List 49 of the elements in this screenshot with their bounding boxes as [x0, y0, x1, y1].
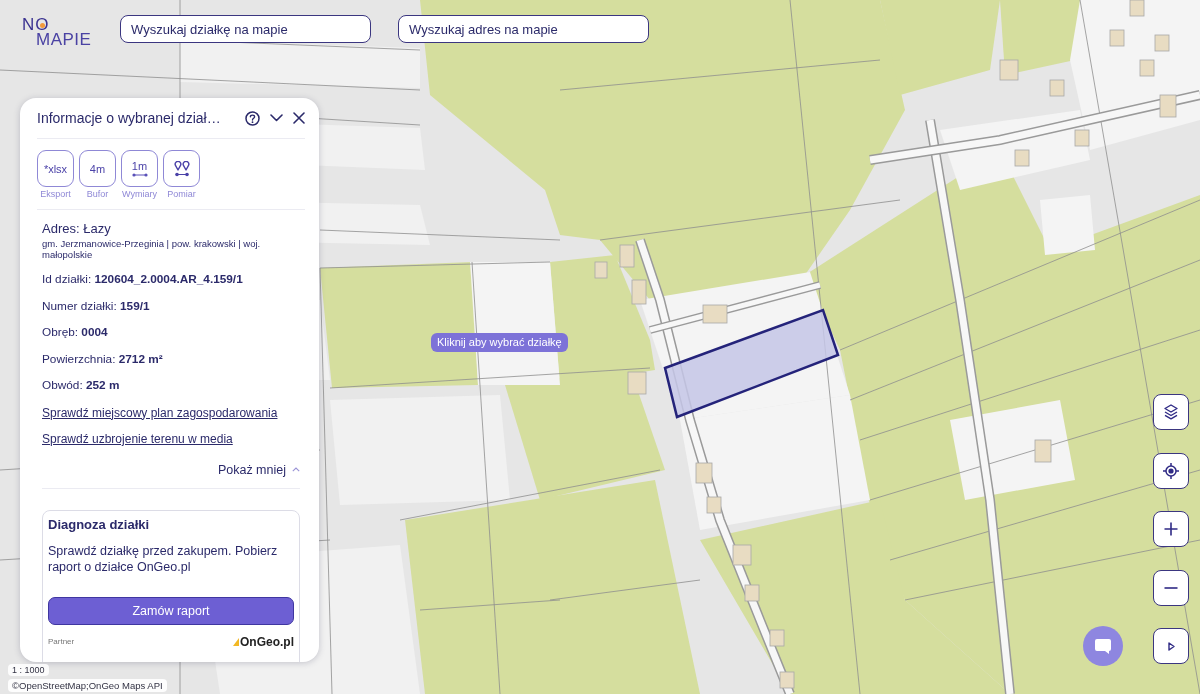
text-link[interactable]: Sprawdź uzbrojenie terenu w media [42, 432, 233, 446]
tool-caption: Bufor [86, 189, 109, 199]
panel-title: Informacje o wybranej dział… [37, 110, 222, 126]
parcel-detail: Obwód: 252 m [42, 377, 121, 394]
zoom-out-button[interactable] [1153, 569, 1189, 606]
scale-label: 1 : 1000 [8, 664, 49, 676]
tool-button[interactable]: 1m [121, 150, 158, 187]
tool-button[interactable]: 4m [79, 150, 116, 187]
help-icon[interactable] [245, 110, 260, 126]
toggle-button[interactable]: Pokaż mniej [217, 462, 300, 477]
order-report-button[interactable]: Zamów raport [48, 596, 294, 625]
chat-icon [1094, 637, 1112, 655]
logo-text: NO [22, 17, 50, 33]
layers-icon [1164, 404, 1178, 420]
search-field[interactable]: Wyszukaj działkę na mapie [120, 15, 371, 43]
chevron-up-icon [292, 467, 300, 472]
close-icon[interactable] [293, 112, 305, 124]
zoom-in-button[interactable] [1153, 511, 1189, 547]
tool-button[interactable]: *xlsx [37, 150, 74, 187]
minus-icon [1164, 586, 1178, 589]
layers-button[interactable] [1153, 394, 1189, 430]
partner-name: OnGeo.pl [240, 634, 294, 649]
tool-button[interactable] [163, 150, 200, 187]
tool-caption: Wymiary [122, 189, 157, 199]
tool-caption: Eksport [40, 189, 71, 199]
logo-text: MAPIE [36, 32, 92, 48]
search-field[interactable]: Wyszukaj adres na mapie [398, 15, 649, 43]
chevron-down-icon[interactable] [270, 114, 283, 122]
locate-icon [1163, 462, 1179, 479]
play-icon [1167, 641, 1175, 651]
dimension-line-icon [131, 173, 148, 177]
plus-icon [1164, 522, 1178, 536]
parcel-detail: Numer działki: 159/1 [42, 297, 151, 315]
logo-mark-icon [233, 637, 239, 646]
parcel-detail: Id działki: 120604_2.0004.AR_4.159/1 [42, 271, 244, 288]
pins-icon [173, 160, 190, 177]
parcel-detail: Obręb: 0004 [42, 324, 109, 341]
tool-caption: Pomiar [167, 189, 196, 199]
expand-button[interactable] [1153, 628, 1189, 664]
locate-button[interactable] [1153, 452, 1189, 489]
attribution-text: ©OpenStreetMap;OnGeo Maps API [8, 679, 167, 692]
card-text: Sprawdź działkę przed zakupem. Pobierz raport o działce OnGeo.pl [48, 542, 279, 575]
map-tooltip: Kliknij aby wybrać działkę [431, 333, 568, 352]
card-title: Diagnoza działki [48, 516, 151, 532]
address-details: gm. Jerzmanowice-Przeginia | pow. krakowski | woj. małopolskie [42, 238, 262, 260]
text-link[interactable]: Sprawdź miejscowy plan zagospodarowania [42, 405, 278, 420]
address-title: Adres: Łazy [42, 220, 112, 237]
partner-label: Partner [48, 637, 75, 646]
parcel-detail: Powierzchnia: 2712 m² [42, 350, 164, 368]
